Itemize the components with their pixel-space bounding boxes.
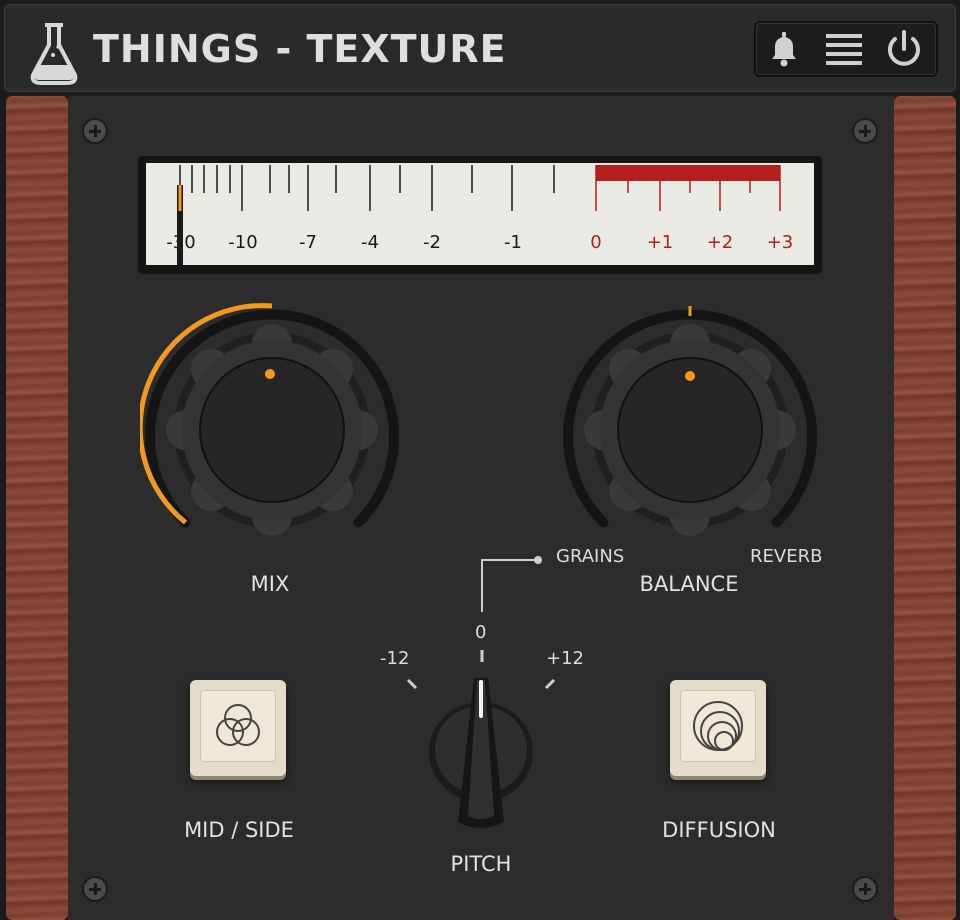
mix-knob[interactable] (140, 300, 404, 540)
wood-side-panel-right (894, 96, 956, 920)
mid-side-icon (216, 704, 260, 746)
mid-side-key-face (200, 690, 276, 762)
mix-label: MIX (250, 572, 290, 596)
meter-label-minus7: -7 (299, 232, 317, 253)
meter-label-minus4: -4 (361, 232, 379, 253)
bell-icon (772, 32, 796, 67)
menu-icon (826, 34, 862, 65)
screw-top-right (852, 118, 878, 144)
menu-button[interactable] (818, 23, 870, 75)
balance-indicator-dot (685, 371, 695, 381)
diffusion-button[interactable] (670, 680, 766, 776)
screw-bottom-left (82, 876, 108, 902)
power-icon (888, 30, 920, 66)
meter-label-minus10: -10 (228, 232, 258, 253)
mid-side-button[interactable] (190, 680, 286, 776)
meter-label-plus2: +2 (706, 232, 734, 253)
meter-label-0: 0 (590, 232, 602, 253)
pitch-connector-line (481, 556, 542, 612)
pitch-switch[interactable] (400, 646, 562, 846)
meter-ticks (179, 165, 555, 211)
meter-red-zone (596, 165, 780, 181)
pitch-label: PITCH (450, 852, 512, 876)
diffusion-icon (693, 701, 743, 751)
mid-side-label: MID / SIDE (184, 818, 294, 842)
diffusion-label: DIFFUSION (662, 818, 776, 842)
notifications-button[interactable] (758, 23, 810, 75)
pitch-tick-max (544, 678, 556, 690)
meter-label-plus1: +1 (646, 232, 674, 253)
pitch-tick-min (406, 678, 418, 690)
wood-side-panel-left (6, 96, 68, 920)
flask-logo-icon (30, 23, 78, 85)
mix-indicator-dot (265, 369, 275, 379)
diffusion-key-face (680, 690, 756, 762)
meter-label-minus2: -2 (423, 232, 441, 253)
reverb-label: REVERB (750, 546, 823, 567)
power-button[interactable] (878, 23, 930, 75)
app-title: THINGS - TEXTURE (93, 27, 507, 71)
meter-label-minus30: -30 (166, 232, 196, 253)
balance-label: BALANCE (639, 572, 739, 596)
header-icon-group (754, 21, 938, 77)
header-bar: THINGS - TEXTURE (0, 0, 960, 96)
screw-top-left (82, 118, 108, 144)
meter-label-plus3: +3 (766, 232, 794, 253)
grains-label: GRAINS (556, 546, 625, 567)
screw-bottom-right (852, 876, 878, 902)
meter-label-minus1: -1 (504, 232, 522, 253)
pitch-center-label: 0 (475, 622, 487, 643)
balance-knob[interactable] (558, 300, 822, 540)
